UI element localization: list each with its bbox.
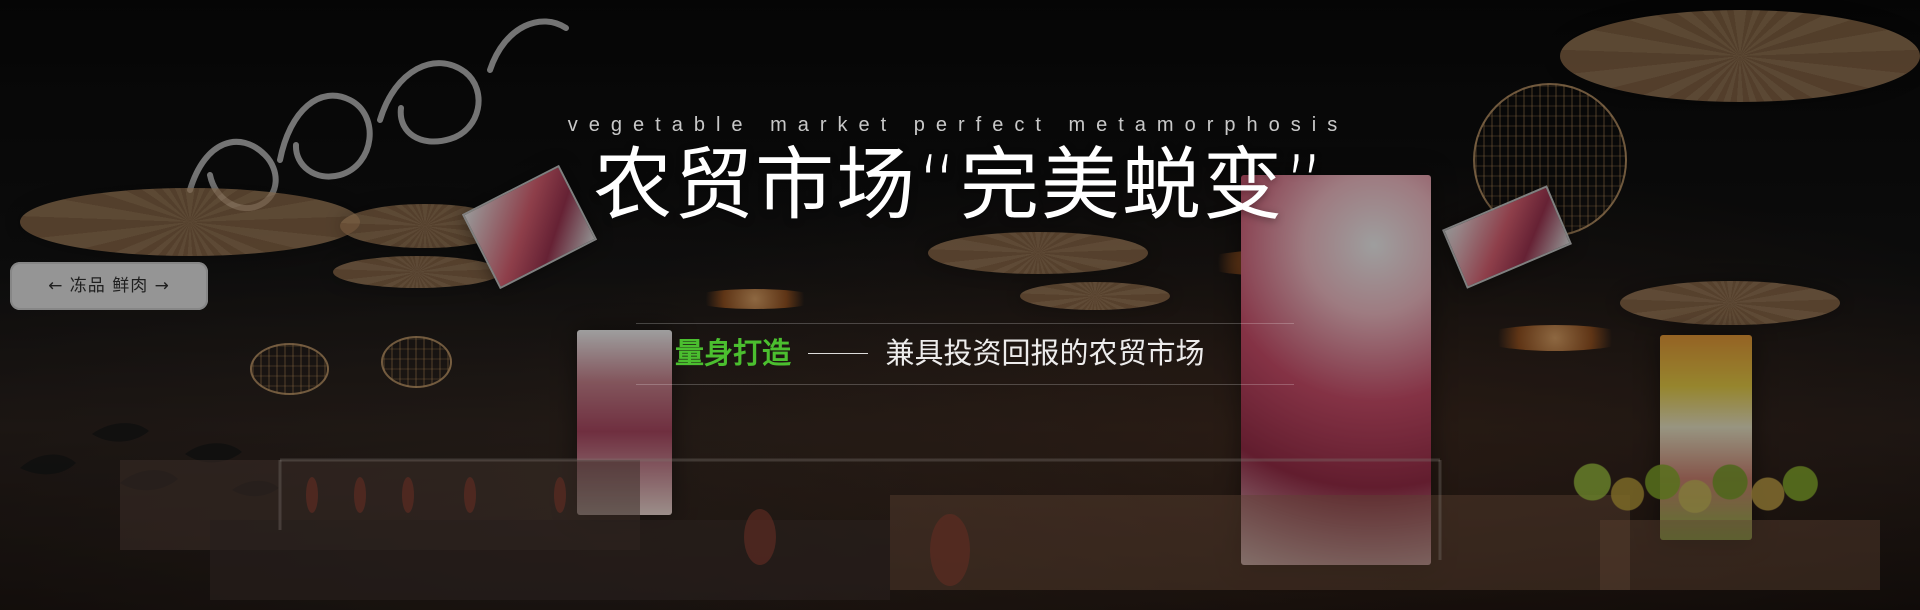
- tagline-accent: 量身打造: [675, 336, 792, 370]
- english-subtitle: vegetable market perfect metamorphosis: [567, 114, 1349, 136]
- hero-banner: ← 冻品 鲜肉 → vegetable market perfect metam…: [0, 0, 1920, 610]
- tagline-text: 兼具投资回报的农贸市场: [885, 336, 1205, 370]
- page-title: 农贸市场“完美蜕变”: [593, 139, 1327, 231]
- dash-divider: [808, 352, 869, 354]
- banner-copy: vegetable market perfect metamorphosis 农…: [0, 0, 1920, 610]
- tagline-box: 量身打造 兼具投资回报的农贸市场: [636, 323, 1294, 385]
- tagline: 量身打造 兼具投资回报的农贸市场: [675, 336, 1204, 371]
